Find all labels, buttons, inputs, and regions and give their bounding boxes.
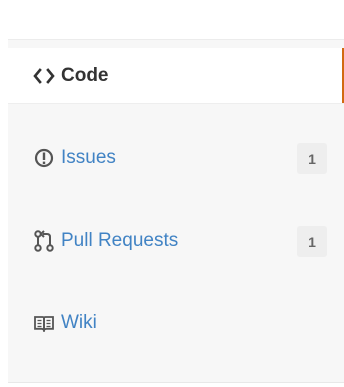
book-icon [32,311,56,335]
pull-request-icon [32,229,56,253]
nav-label-issues: Issues [61,147,116,168]
nav-label-wiki: Wiki [61,312,97,333]
navigation-bottom-divider [8,382,344,387]
issue-icon [32,146,56,170]
nav-item-wiki[interactable]: Wiki [8,295,344,351]
issues-count-badge: 1 [297,143,327,174]
nav-label-pull-requests: Pull Requests [61,230,179,251]
nav-item-issues[interactable]: Issues 1 [8,130,344,186]
repository-navigation-screen: Code Issues 1 Pull Requests 1 Wiki [0,0,344,387]
pull-requests-count-badge: 1 [297,226,327,257]
code-icon [32,64,56,88]
nav-item-pull-requests[interactable]: Pull Requests 1 [8,213,344,269]
nav-label-code: Code [61,64,109,86]
nav-item-code[interactable]: Code [8,48,344,104]
repository-sidebar-nav: Code Issues 1 Pull Requests 1 Wiki [8,39,344,383]
